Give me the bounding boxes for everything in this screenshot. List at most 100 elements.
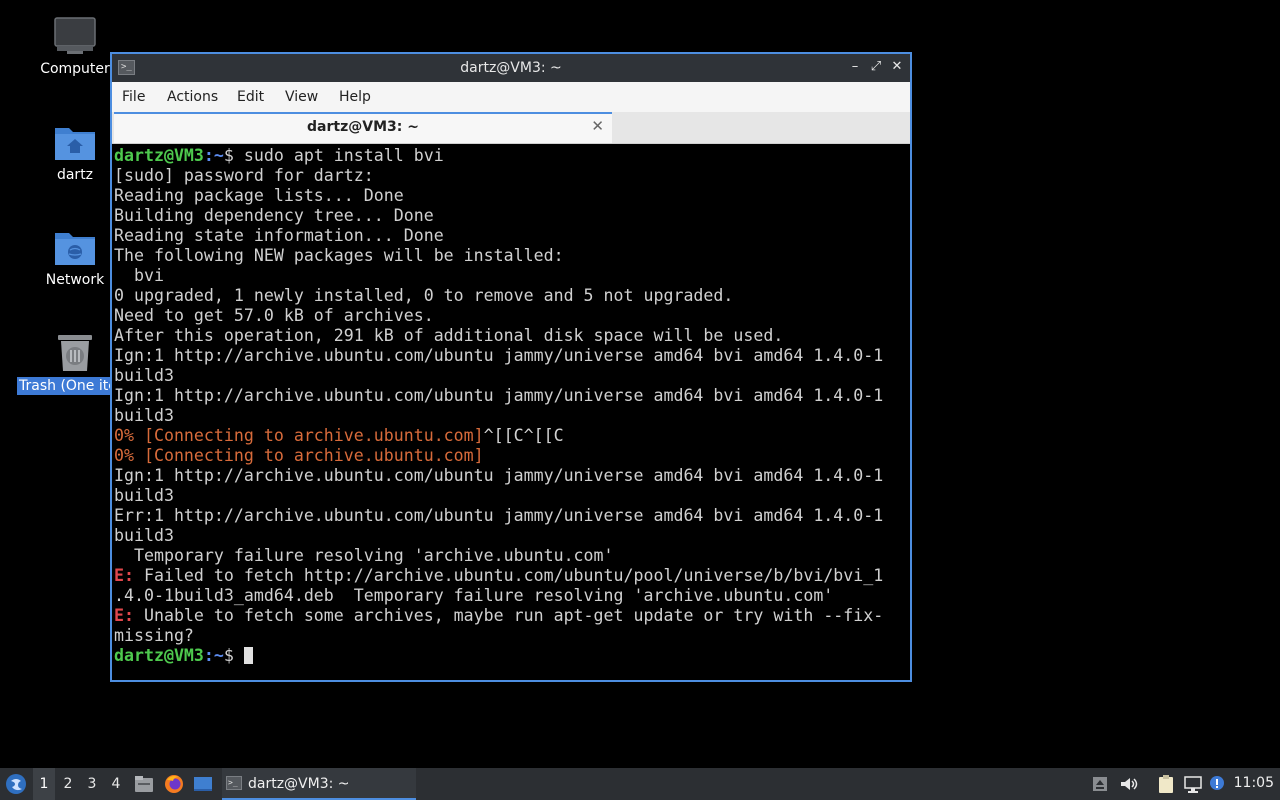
menu-view[interactable]: View bbox=[285, 89, 318, 105]
terminal-line: Reading state information... Done bbox=[114, 226, 910, 246]
terminal-line: .4.0-1build3_amd64.deb Temporary failure… bbox=[114, 586, 910, 606]
desktop-icon-trash[interactable]: Trash (One ite bbox=[17, 331, 119, 395]
error-prefix: E: bbox=[114, 606, 134, 625]
workspace-1[interactable]: 1 bbox=[33, 768, 55, 800]
prompt-path: :~ bbox=[203, 646, 224, 665]
progress-text: 0% [Connecting to archive.ubuntu.com] bbox=[114, 446, 484, 465]
error-text: Unable to fetch some archives, maybe run… bbox=[133, 606, 884, 625]
menu-help[interactable]: Help bbox=[339, 89, 371, 105]
desktop-icon[interactable] bbox=[193, 774, 213, 794]
terminal-line: build3 bbox=[114, 366, 910, 386]
output-text: 0 upgraded, 1 newly installed, 0 to remo… bbox=[114, 286, 734, 305]
terminal-line: bvi bbox=[114, 266, 910, 286]
workspace-2[interactable]: 2 bbox=[57, 768, 79, 800]
maximize-button[interactable]: ⤢ bbox=[867, 58, 885, 76]
terminal-line: Ign:1 http://archive.ubuntu.com/ubuntu j… bbox=[114, 346, 910, 366]
output-text: build3 bbox=[114, 486, 174, 505]
output-text: Building dependency tree... Done bbox=[114, 206, 434, 225]
clock: 11:05 bbox=[1233, 775, 1274, 791]
output-text: [sudo] password for dartz: bbox=[114, 166, 374, 185]
menu-file[interactable]: File bbox=[122, 89, 145, 105]
close-button[interactable]: ✕ bbox=[888, 58, 906, 76]
output-text: Need to get 57.0 kB of archives. bbox=[114, 306, 434, 325]
desktop-icon-computer[interactable]: Computer bbox=[27, 16, 123, 78]
output-text: Err:1 http://archive.ubuntu.com/ubuntu j… bbox=[114, 506, 884, 525]
prompt-symbol: $ bbox=[223, 646, 234, 665]
terminal-icon: >_ bbox=[226, 776, 242, 790]
terminal-line: build3 bbox=[114, 526, 910, 546]
menu-actions[interactable]: Actions bbox=[167, 89, 218, 105]
output-text: Temporary failure resolving 'archive.ubu… bbox=[114, 546, 614, 565]
terminal-line: Temporary failure resolving 'archive.ubu… bbox=[114, 546, 910, 566]
terminal-line: Need to get 57.0 kB of archives. bbox=[114, 306, 910, 326]
tab-bar: dartz@VM3: ~ ✕ bbox=[112, 112, 910, 144]
menu-edit[interactable]: Edit bbox=[237, 89, 264, 105]
workspace-3[interactable]: 3 bbox=[81, 768, 103, 800]
output-text: Ign:1 http://archive.ubuntu.com/ubuntu j… bbox=[114, 386, 884, 405]
escape-sequence-text: ^[[C^[[C bbox=[483, 426, 564, 445]
volume-icon[interactable] bbox=[1118, 774, 1138, 794]
notification-icon[interactable] bbox=[1208, 774, 1228, 794]
terminal-cursor bbox=[243, 647, 253, 664]
error-prefix: E: bbox=[114, 566, 134, 585]
terminal-line: Building dependency tree... Done bbox=[114, 206, 910, 226]
update-icon[interactable] bbox=[1090, 774, 1110, 794]
terminal-line: Ign:1 http://archive.ubuntu.com/ubuntu j… bbox=[114, 386, 910, 406]
output-text: build3 bbox=[114, 366, 174, 385]
output-text: .4.0-1build3_amd64.deb Temporary failure… bbox=[114, 586, 834, 605]
prompt-symbol: $ bbox=[223, 146, 234, 165]
prompt-user: dartz@VM3 bbox=[114, 146, 204, 165]
output-text: Ign:1 http://archive.ubuntu.com/ubuntu j… bbox=[114, 466, 884, 485]
terminal-line: Err:1 http://archive.ubuntu.com/ubuntu j… bbox=[114, 506, 910, 526]
desktop-icon-home[interactable]: dartz bbox=[27, 122, 123, 184]
desktop-icon-label: Network bbox=[45, 272, 105, 288]
terminal-prompt-line: dartz@VM3:~$ bbox=[114, 646, 910, 666]
output-text: Reading package lists... Done bbox=[114, 186, 404, 205]
home-folder-icon bbox=[55, 128, 95, 160]
terminal-line: 0% [Connecting to archive.ubuntu.com] bbox=[114, 446, 910, 466]
tab-terminal[interactable]: dartz@VM3: ~ ✕ bbox=[114, 112, 612, 143]
desktop-icon-label: dartz bbox=[56, 167, 94, 183]
terminal-line: E: Failed to fetch http://archive.ubuntu… bbox=[114, 566, 910, 586]
prompt-user: dartz@VM3 bbox=[114, 646, 204, 665]
task-label: dartz@VM3: ~ bbox=[248, 776, 350, 792]
terminal-line: Ign:1 http://archive.ubuntu.com/ubuntu j… bbox=[114, 466, 910, 486]
output-text: Reading state information... Done bbox=[114, 226, 444, 245]
menu-bar: File Actions Edit View Help bbox=[112, 82, 910, 112]
firefox-icon[interactable] bbox=[164, 774, 184, 794]
clipboard-icon[interactable] bbox=[1156, 774, 1176, 794]
error-text: Failed to fetch http://archive.ubuntu.co… bbox=[133, 566, 884, 585]
tab-label: dartz@VM3: ~ bbox=[307, 119, 419, 135]
terminal-line: 0% [Connecting to archive.ubuntu.com]^[[… bbox=[114, 426, 910, 446]
terminal-window[interactable]: >_ dartz@VM3: ~ – ⤢ ✕ File Actions Edit … bbox=[110, 52, 912, 682]
trash-icon bbox=[58, 335, 92, 371]
terminal-line: Reading package lists... Done bbox=[114, 186, 910, 206]
output-text: bvi bbox=[114, 266, 164, 285]
output-text: build3 bbox=[114, 406, 174, 425]
progress-text: 0% [Connecting to archive.ubuntu.com] bbox=[114, 426, 484, 445]
network-folder-icon bbox=[55, 233, 95, 265]
desktop-icon-label: Computer bbox=[40, 61, 110, 77]
output-text: build3 bbox=[114, 526, 174, 545]
taskbar: 1 2 3 4 >_ dartz@VM3: ~ 11:05 bbox=[0, 768, 1280, 800]
terminal-line: 0 upgraded, 1 newly installed, 0 to remo… bbox=[114, 286, 910, 306]
file-manager-icon[interactable] bbox=[134, 774, 154, 794]
desktop-icon-label: Trash (One ite bbox=[17, 377, 119, 395]
terminal-output[interactable]: dartz@VM3:~$ sudo apt install bvi [sudo] … bbox=[114, 146, 910, 680]
command-text: sudo apt install bvi bbox=[233, 146, 444, 165]
output-text: After this operation, 291 kB of addition… bbox=[114, 326, 784, 345]
tab-close-icon[interactable]: ✕ bbox=[591, 117, 604, 135]
output-text: missing? bbox=[114, 626, 194, 645]
taskbar-task-terminal[interactable]: >_ dartz@VM3: ~ bbox=[222, 768, 416, 800]
desktop-icon-network[interactable]: Network bbox=[27, 227, 123, 289]
start-menu-icon[interactable] bbox=[5, 773, 27, 795]
window-title: dartz@VM3: ~ bbox=[460, 60, 562, 76]
minimize-button[interactable]: – bbox=[846, 58, 864, 76]
output-text: Ign:1 http://archive.ubuntu.com/ubuntu j… bbox=[114, 346, 884, 365]
workspace-4[interactable]: 4 bbox=[105, 768, 127, 800]
terminal-line: E: Unable to fetch some archives, maybe … bbox=[114, 606, 910, 626]
network-icon[interactable] bbox=[1183, 774, 1203, 794]
computer-icon bbox=[54, 17, 96, 54]
window-titlebar[interactable]: >_ dartz@VM3: ~ – ⤢ ✕ bbox=[112, 54, 910, 82]
terminal-line: missing? bbox=[114, 626, 910, 646]
